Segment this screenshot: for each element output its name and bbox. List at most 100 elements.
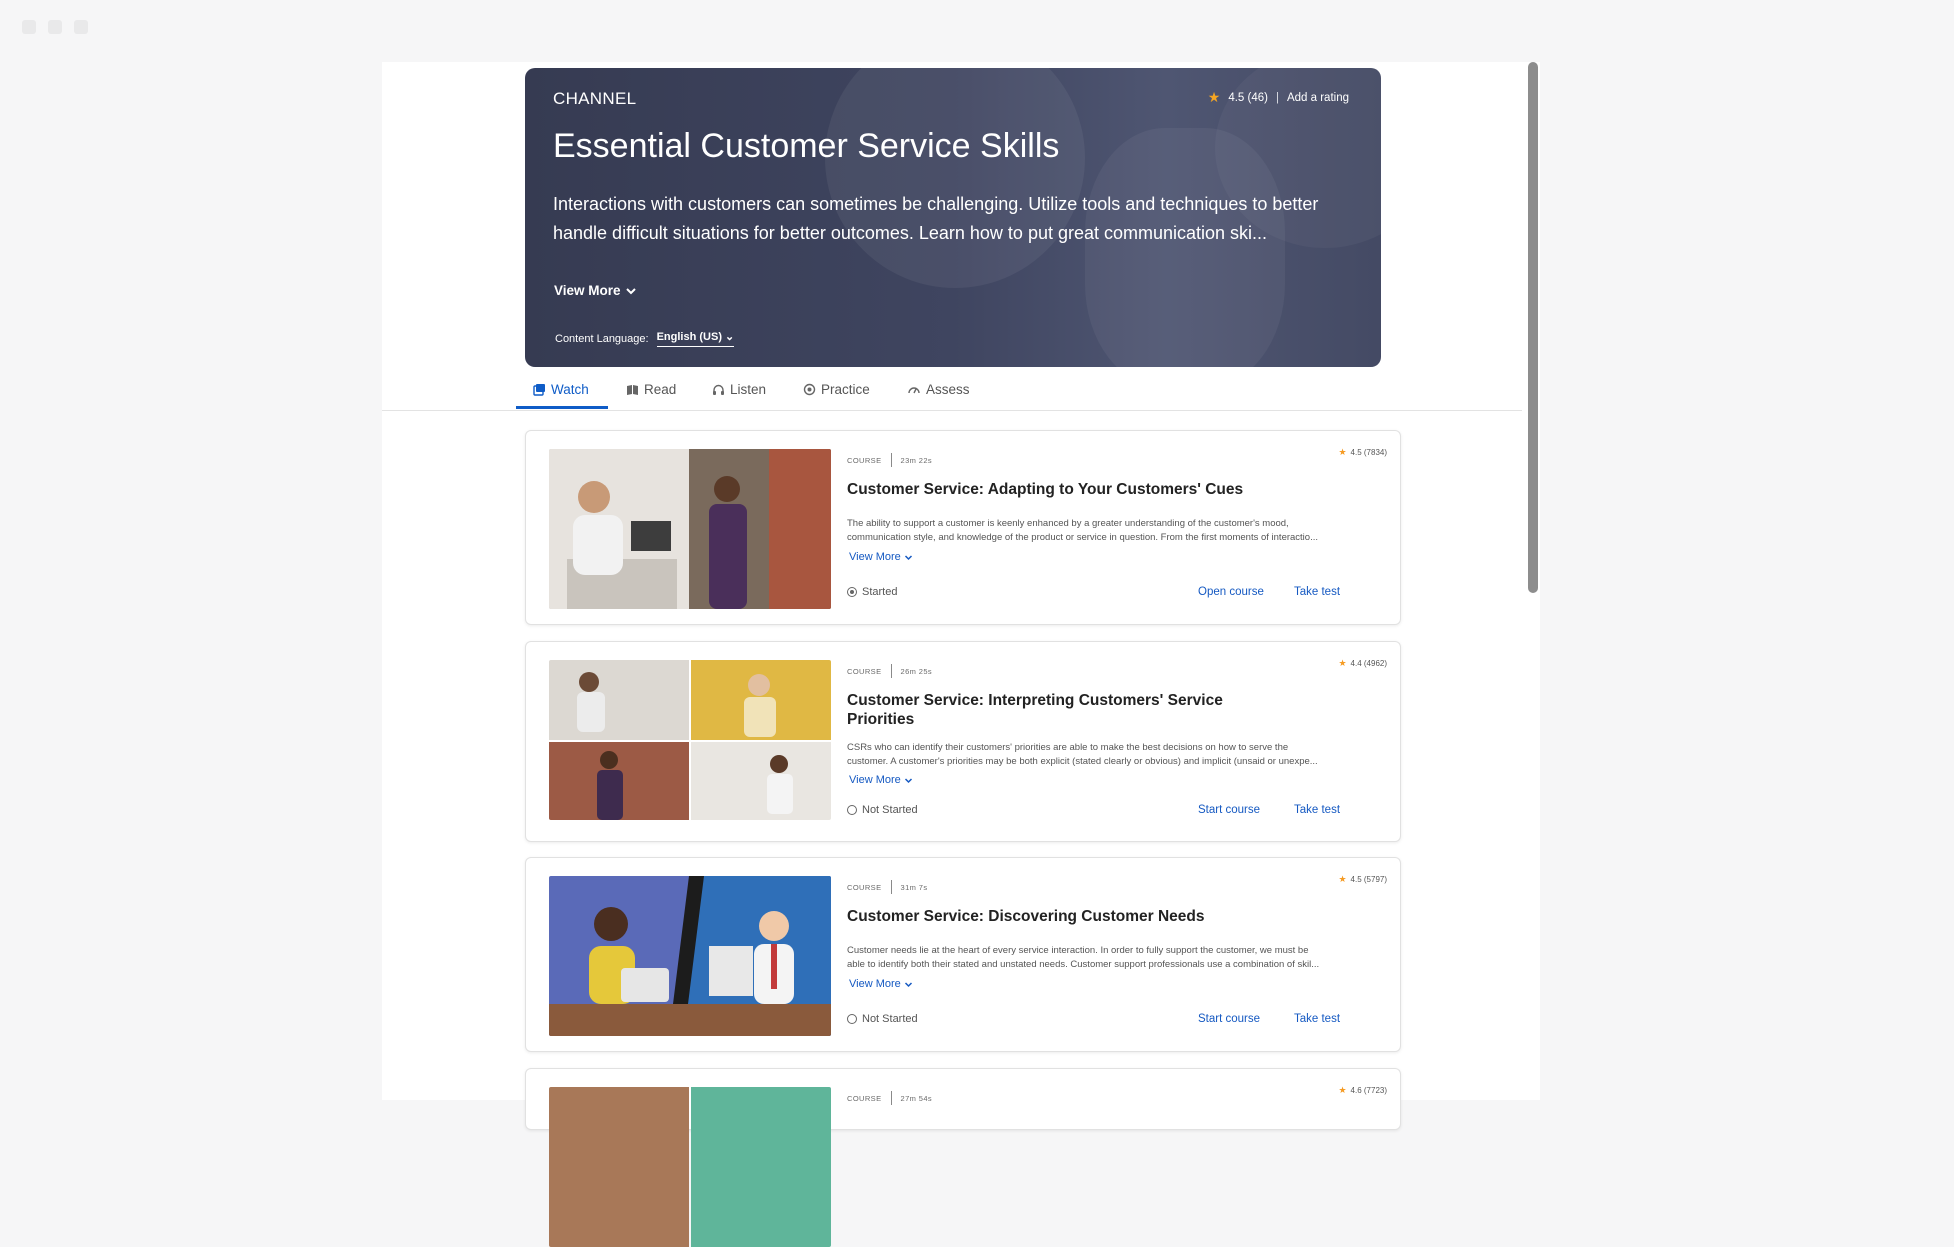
- not-started-icon: [847, 805, 857, 815]
- tab-watch[interactable]: Watch: [533, 382, 589, 397]
- view-more-label: View More: [849, 774, 901, 786]
- content-language-value: English (US): [656, 331, 722, 343]
- tab-label: Read: [644, 382, 677, 397]
- course-meta: COURSE 27m 54s: [847, 1091, 932, 1105]
- star-icon: ★: [1338, 658, 1347, 668]
- view-more-label: View More: [554, 283, 621, 298]
- active-tab-indicator: [516, 406, 608, 409]
- course-description-line: CSRs who can identify their customers' p…: [847, 742, 1289, 753]
- channel-label: CHANNEL: [553, 89, 637, 108]
- course-thumbnail-image: [549, 660, 831, 820]
- course-description: Customer needs lie at the heart of every…: [847, 944, 1367, 972]
- view-more-label: View More: [849, 978, 901, 990]
- course-rating: ★ 4.5 (7834): [1338, 447, 1387, 458]
- course-thumbnail[interactable]: [549, 449, 831, 609]
- course-type: COURSE: [847, 666, 882, 676]
- course-thumbnail-image: [549, 1087, 831, 1247]
- tab-practice[interactable]: Practice: [803, 382, 870, 397]
- content-tabs: Watch Read Listen Practice Assess: [382, 368, 1522, 411]
- tab-label: Practice: [821, 382, 870, 397]
- tab-label: Assess: [926, 382, 970, 397]
- meta-divider: [890, 880, 892, 894]
- practice-icon: [803, 383, 816, 396]
- page-title: Essential Customer Service Skills: [553, 127, 1060, 165]
- star-icon: ★: [1338, 1085, 1347, 1095]
- gauge-icon: [908, 387, 920, 394]
- tab-listen[interactable]: Listen: [712, 382, 766, 397]
- chevron-down-icon: [625, 287, 636, 294]
- course-description-line: communication style, and knowledge of th…: [847, 532, 1318, 543]
- view-more-label: View More: [849, 551, 901, 563]
- star-icon: ★: [1338, 447, 1347, 457]
- course-rating: ★ 4.5 (5797): [1338, 874, 1387, 885]
- course-duration: 27m 54s: [900, 1093, 933, 1103]
- add-rating-link[interactable]: Add a rating: [1287, 92, 1349, 104]
- take-test-button[interactable]: Take test: [1294, 804, 1340, 816]
- take-test-button[interactable]: Take test: [1294, 586, 1340, 598]
- course-meta: COURSE 31m 7s: [847, 880, 928, 894]
- course-description-line: customer. A customer's priorities may be…: [847, 756, 1318, 767]
- course-thumbnail[interactable]: [549, 876, 831, 1036]
- content-language: Content Language: English (US) ⌄: [555, 330, 735, 347]
- course-duration: 31m 7s: [900, 882, 928, 892]
- course-rating: ★ 4.6 (7723): [1338, 1085, 1387, 1096]
- course-rating-value: 4.4 (4962): [1350, 659, 1387, 668]
- course-duration: 23m 22s: [900, 455, 933, 465]
- tab-label: Watch: [551, 382, 589, 397]
- chevron-down-icon: [904, 554, 912, 560]
- course-description-line: The ability to support a customer is kee…: [847, 518, 1289, 529]
- chevron-down-icon: [904, 981, 912, 987]
- content-language-select[interactable]: English (US) ⌄: [656, 330, 735, 347]
- content-language-label: Content Language:: [555, 332, 649, 345]
- window-control-dot[interactable]: [22, 20, 36, 34]
- course-title[interactable]: Customer Service: Adapting to Your Custo…: [847, 480, 1247, 499]
- view-more-button[interactable]: View More: [849, 774, 913, 786]
- tab-read[interactable]: Read: [626, 382, 676, 397]
- take-test-button[interactable]: Take test: [1294, 1013, 1340, 1025]
- view-more-button[interactable]: View More: [849, 551, 913, 563]
- course-card: COURSE 31m 7s ★ 4.5 (5797) Customer Serv…: [525, 857, 1401, 1052]
- channel-hero: CHANNEL ★ 4.5 (46) | Add a rating Essent…: [525, 68, 1381, 367]
- start-course-button[interactable]: Start course: [1198, 1013, 1260, 1025]
- course-title[interactable]: Customer Service: Discovering Customer N…: [847, 907, 1247, 926]
- course-status-label: Not Started: [862, 804, 918, 816]
- course-rating-value: 4.6 (7723): [1350, 1086, 1387, 1095]
- video-icon: [533, 384, 545, 396]
- headphones-icon: [713, 384, 724, 395]
- course-rating-value: 4.5 (7834): [1350, 448, 1387, 457]
- chevron-down-icon: ⌄: [725, 331, 735, 343]
- start-course-button[interactable]: Start course: [1198, 804, 1260, 816]
- open-course-button[interactable]: Open course: [1198, 586, 1264, 598]
- course-type: COURSE: [847, 455, 882, 465]
- course-meta: COURSE 26m 25s: [847, 664, 932, 678]
- star-icon: ★: [1207, 89, 1221, 105]
- channel-description: Interactions with customers can sometime…: [553, 194, 1319, 243]
- window-control-dot[interactable]: [48, 20, 62, 34]
- course-title[interactable]: Customer Service: Interpreting Customers…: [847, 691, 1247, 729]
- channel-rating-value: 4.5 (46): [1228, 91, 1268, 104]
- course-status: Not Started: [847, 1013, 918, 1025]
- course-meta: COURSE 23m 22s: [847, 453, 932, 467]
- course-thumbnail[interactable]: [549, 1087, 831, 1247]
- tab-label: Listen: [730, 382, 767, 397]
- window-controls: [22, 20, 88, 34]
- not-started-icon: [847, 1014, 857, 1024]
- tab-assess[interactable]: Assess: [907, 382, 970, 397]
- view-more-button[interactable]: View More: [554, 283, 637, 298]
- rating-separator: |: [1275, 91, 1279, 104]
- course-rating: ★ 4.4 (4962): [1338, 658, 1387, 669]
- meta-divider: [890, 1091, 892, 1105]
- meta-divider: [890, 664, 892, 678]
- course-thumbnail-image: [549, 876, 831, 1036]
- window-control-dot[interactable]: [74, 20, 88, 34]
- course-type: COURSE: [847, 1093, 882, 1103]
- meta-divider: [890, 453, 892, 467]
- scrollbar-thumb[interactable]: [1528, 62, 1538, 593]
- book-icon: [627, 385, 638, 395]
- course-thumbnail[interactable]: [549, 660, 831, 820]
- channel-rating: ★ 4.5 (46) | Add a rating: [1208, 89, 1349, 106]
- view-more-button[interactable]: View More: [849, 978, 913, 990]
- course-status-label: Not Started: [862, 1013, 918, 1025]
- course-status: Started: [847, 586, 897, 598]
- star-icon: ★: [1338, 874, 1347, 884]
